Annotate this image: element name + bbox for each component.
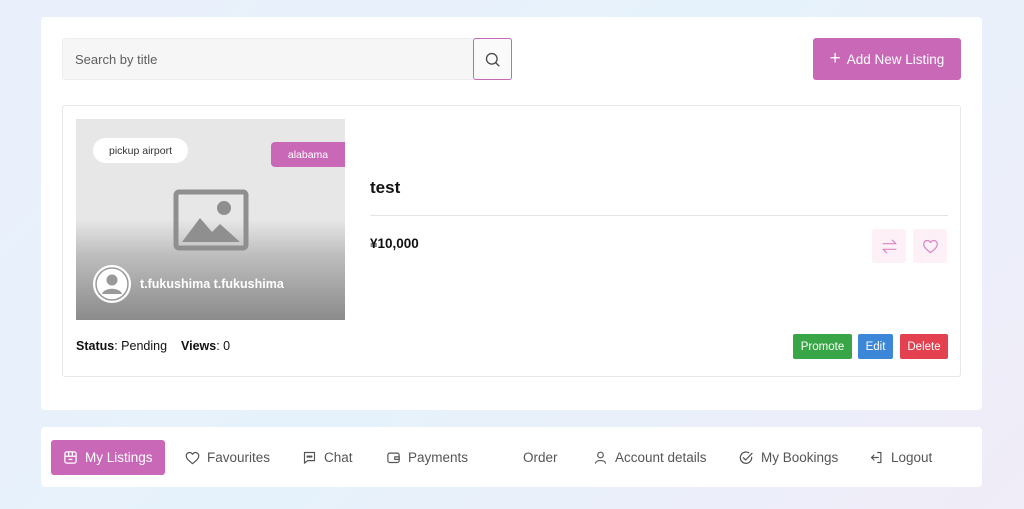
search-input[interactable]: [63, 39, 511, 79]
logout-icon: [870, 451, 882, 464]
chat-icon: [303, 451, 316, 464]
plus-icon: +: [829, 47, 841, 69]
account-nav: My Listings Favourites Chat Payments Ord…: [41, 427, 982, 487]
nav-item-label: Favourites: [207, 450, 271, 465]
nav-item-logout[interactable]: Logout: [869, 440, 932, 475]
nav-item-payments[interactable]: Payments: [386, 440, 468, 475]
listings-panel: + Add New Listing pickup airport alabama…: [41, 17, 982, 410]
views-value: 0: [223, 339, 231, 353]
nav-item-label: Payments: [408, 450, 469, 465]
nav-item-my-bookings[interactable]: My Bookings: [738, 440, 838, 475]
nav-item-account-details[interactable]: Account details: [593, 440, 707, 475]
wallet-icon: [387, 452, 400, 464]
user-avatar-icon: [95, 267, 129, 301]
nav-item-label: Logout: [891, 450, 933, 465]
nav-item-label: My Listings: [85, 450, 153, 465]
status-value: Pending: [121, 339, 168, 353]
image-placeholder-icon: [173, 189, 249, 251]
check-circle-icon: [739, 450, 753, 464]
edit-button[interactable]: Edit: [858, 334, 893, 359]
views-label: Views: [181, 339, 217, 353]
store-icon: [64, 451, 77, 464]
listing-badge: pickup airport: [93, 138, 188, 163]
nav-item-favourites[interactable]: Favourites: [185, 440, 270, 475]
nav-item-label: Chat: [324, 450, 353, 465]
listing-title[interactable]: test: [370, 178, 400, 198]
search-field: [62, 38, 512, 80]
nav-item-label: My Bookings: [761, 450, 839, 465]
nav-item-label: Order: [523, 450, 558, 465]
nav-item-chat[interactable]: Chat: [302, 440, 353, 475]
search-button[interactable]: [473, 38, 512, 80]
favourite-button[interactable]: [913, 229, 947, 263]
nav-item-label: Account details: [615, 450, 707, 465]
heart-icon: [922, 239, 938, 253]
listing-status: Status: Pending: [76, 339, 168, 353]
author-name[interactable]: t.fukushima t.fukushima: [140, 277, 284, 291]
user-icon: [594, 451, 607, 464]
author-avatar[interactable]: [93, 265, 131, 303]
promote-button[interactable]: Promote: [793, 334, 852, 359]
compare-arrows-icon: [882, 239, 896, 253]
add-new-listing-label: Add New Listing: [846, 51, 945, 67]
listing-price: ¥10,000: [370, 236, 419, 251]
divider: [370, 215, 948, 216]
location-tag[interactable]: alabama: [271, 142, 345, 167]
nav-item-order[interactable]: Order: [523, 440, 558, 475]
listing-thumbnail[interactable]: pickup airport alabama t.fukushima t.fuk…: [76, 119, 345, 320]
listing-views: Views: 0: [181, 339, 231, 353]
delete-button[interactable]: Delete: [900, 334, 948, 359]
compare-button[interactable]: [872, 229, 906, 263]
nav-item-my-listings[interactable]: My Listings: [51, 440, 165, 475]
heart-icon: [185, 451, 200, 464]
search-icon: [485, 52, 500, 67]
status-label: Status: [76, 339, 115, 353]
add-new-listing-button[interactable]: + Add New Listing: [813, 38, 961, 80]
listing-card: pickup airport alabama t.fukushima t.fuk…: [62, 105, 961, 377]
